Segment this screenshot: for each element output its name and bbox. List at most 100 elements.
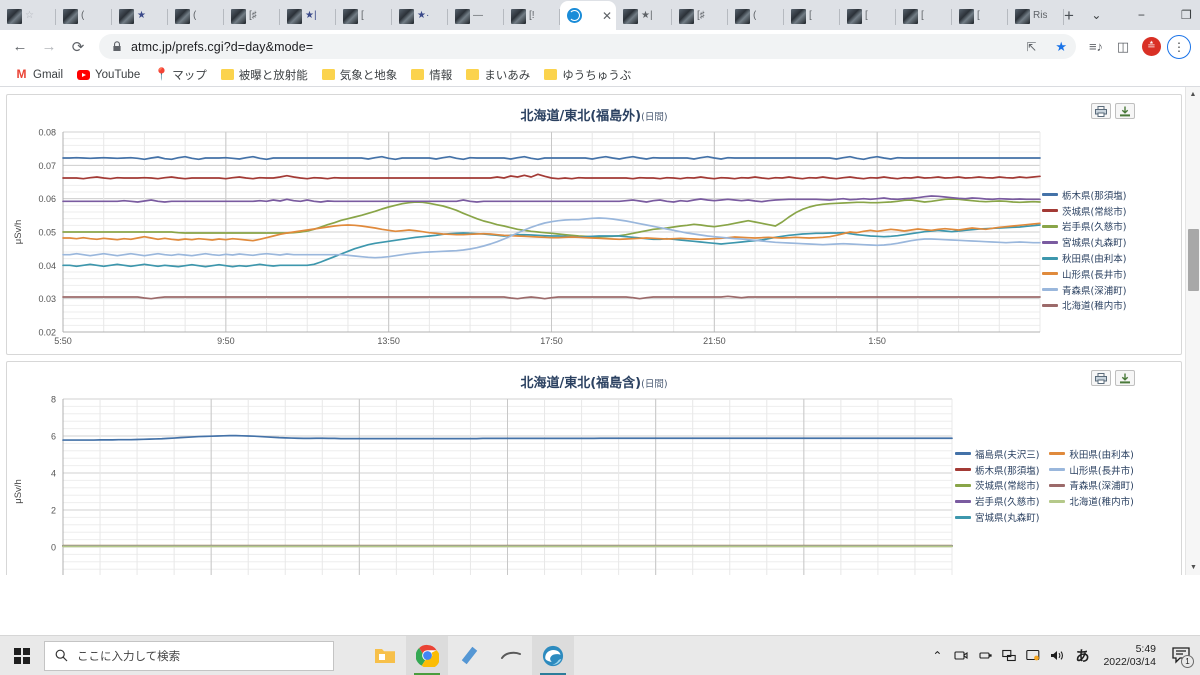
browser-tab[interactable]: ✕ (560, 1, 616, 30)
network-icon[interactable] (997, 636, 1021, 675)
browser-tab[interactable]: ★| (280, 2, 336, 30)
legend-item[interactable]: 宮城県(丸森町) (955, 509, 1039, 525)
scroll-down-arrow[interactable]: ▼ (1186, 560, 1200, 575)
bookmark-item[interactable]: YouTube (70, 66, 147, 83)
browser-tab[interactable]: ★· (392, 2, 448, 30)
legend-item[interactable]: 青森県(深浦町) (1042, 282, 1126, 298)
download-icon[interactable] (1115, 370, 1135, 386)
camera-icon[interactable] (949, 636, 973, 675)
browser-tab[interactable]: [ (784, 2, 840, 30)
browser-tab[interactable]: [ (840, 2, 896, 30)
legend-item[interactable]: 山形県(長井市) (1042, 266, 1126, 282)
new-tab-button[interactable]: + (1064, 2, 1074, 30)
start-button[interactable] (0, 636, 44, 675)
share-icon[interactable]: ⇱ (1021, 40, 1041, 54)
legend-item[interactable]: 岩手県(久慈市) (955, 493, 1039, 509)
taskbar-app-edge[interactable] (532, 635, 574, 675)
legend-item[interactable]: 茨城県(常総市) (955, 478, 1039, 494)
minimize-button[interactable]: − (1119, 0, 1164, 30)
browser-tab[interactable]: [ (952, 2, 1008, 30)
maximize-button[interactable]: ❐ (1164, 0, 1200, 30)
download-icon[interactable] (1115, 103, 1135, 119)
legend-item[interactable]: 秋田県(由利本) (1049, 446, 1134, 462)
url-text: atmc.jp/prefs.cgi?d=day&mode= (131, 39, 314, 54)
legend-color-swatch (955, 499, 971, 503)
chart-1-title-text: 北海道/東北(福島外) (520, 109, 642, 124)
legend-column: 栃木県(那須塩) 茨城県(常総市) 岩手県(久慈市) 宮城県(丸森町) 秋田県(由利本)… (1042, 187, 1126, 313)
chart-2-legend: 福島県(夫沢三) 栃木県(那須塩) 茨城県(常総市) 岩手県(久慈市) 宮城県(丸森町)… (955, 446, 1134, 525)
browser-tab[interactable]: [ (336, 2, 392, 30)
tray-chevron-icon[interactable]: ⌃ (925, 636, 949, 675)
globe-favicon-icon (567, 8, 582, 23)
volume-icon[interactable] (1045, 636, 1069, 675)
legend-item[interactable]: 栃木県(那須塩) (955, 462, 1039, 478)
bookmark-item[interactable]: 被曝と放射能 (214, 65, 315, 85)
legend-item[interactable]: 北海道(稚内市) (1049, 493, 1134, 509)
browser-tab[interactable]: Ris (1008, 2, 1064, 30)
taskbar-app-file-explorer[interactable] (364, 636, 406, 675)
legend-column: 福島県(夫沢三) 栃木県(那須塩) 茨城県(常総市) 岩手県(久慈市) 宮城県(丸森町) (955, 446, 1039, 525)
legend-item[interactable]: 栃木県(那須塩) (1042, 187, 1126, 203)
bookmark-item[interactable]: M Gmail (8, 66, 70, 83)
folder-icon (321, 68, 335, 81)
back-button[interactable]: ← (6, 33, 34, 61)
bookmark-item[interactable]: 情報 (404, 65, 459, 85)
bookmark-star-icon[interactable]: ★ (1050, 39, 1072, 55)
page-scrollbar[interactable]: ▲ ▼ (1185, 87, 1200, 575)
browser-tab[interactable]: [♯ (672, 2, 728, 30)
legend-item[interactable]: 岩手県(久慈市) (1042, 219, 1126, 235)
bookmark-item[interactable]: 気象と地象 (315, 65, 405, 85)
address-bar[interactable]: atmc.jp/prefs.cgi?d=day&mode= ⇱ ★ (99, 34, 1076, 59)
legend-item[interactable]: 宮城県(丸森町) (1042, 234, 1126, 250)
legend-item[interactable]: 茨城県(常総市) (1042, 203, 1126, 219)
print-icon[interactable] (1091, 103, 1111, 119)
legend-item[interactable]: 青森県(深浦町) (1049, 478, 1134, 494)
browser-tab[interactable]: ( (56, 2, 112, 30)
chart-1-subtitle-text: (日間) (641, 112, 668, 123)
browser-tab[interactable]: [ (896, 2, 952, 30)
legend-item[interactable]: 北海道(稚内市) (1042, 298, 1126, 314)
print-icon[interactable] (1091, 370, 1111, 386)
ime-indicator[interactable]: あ (1069, 636, 1095, 675)
taskbar-app-store[interactable] (448, 636, 490, 675)
tab-search-button[interactable]: ⌄ (1074, 0, 1119, 30)
legend-item[interactable]: 山形県(長井市) (1049, 462, 1134, 478)
bookmark-item[interactable]: 📍 マップ (147, 65, 214, 85)
browser-tab[interactable]: ★| (616, 2, 672, 30)
legend-color-swatch (1042, 209, 1058, 213)
notification-center-button[interactable]: 1 (1166, 636, 1196, 675)
bookmark-label: Gmail (33, 68, 64, 81)
bookmark-item[interactable]: まいあみ (459, 65, 537, 85)
taskbar-clock[interactable]: 5:49 2022/03/14 (1095, 643, 1166, 669)
forward-button[interactable]: → (35, 33, 63, 61)
bookmark-item[interactable]: ゆうちゅうぶ (537, 65, 638, 85)
tab-title: [ (865, 10, 868, 21)
browser-tab[interactable]: [♯ (224, 2, 280, 30)
search-icon (55, 649, 68, 662)
page-favicon-icon (791, 8, 806, 24)
browser-tab[interactable]: — (448, 2, 504, 30)
browser-tab[interactable]: ★ (112, 2, 168, 30)
chrome-menu-icon[interactable]: ⋮ (1167, 34, 1191, 59)
browser-tab[interactable]: ( (728, 2, 784, 30)
taskbar-search-input[interactable]: ここに入力して検索 (44, 640, 334, 671)
taskbar-app-pen-tool[interactable] (490, 636, 532, 675)
usb-icon[interactable] (973, 636, 997, 675)
reload-button[interactable]: ⟳ (64, 33, 92, 61)
browser-tab[interactable]: [! (504, 2, 560, 30)
scroll-up-arrow[interactable]: ▲ (1186, 87, 1200, 102)
browser-tab[interactable]: ☆ (0, 2, 56, 30)
taskbar-app-chrome[interactable] (406, 635, 448, 675)
tab-title: [♯ (249, 10, 257, 21)
legend-item[interactable]: 福島県(夫沢三) (955, 446, 1039, 462)
display-icon[interactable] (1021, 636, 1045, 675)
scrollbar-thumb[interactable] (1188, 229, 1199, 291)
side-panel-icon[interactable]: ◫ (1110, 34, 1136, 60)
media-playlist-icon[interactable]: ≡♪ (1083, 34, 1109, 60)
legend-item[interactable]: 秋田県(由利本) (1042, 250, 1126, 266)
tab-title: [ (809, 10, 812, 21)
y-axis-tick-label: 0.03 (38, 294, 56, 304)
tab-close-icon[interactable]: ✕ (602, 10, 612, 22)
browser-tab[interactable]: ( (168, 2, 224, 30)
profile-avatar[interactable]: ≛ (1142, 37, 1161, 56)
